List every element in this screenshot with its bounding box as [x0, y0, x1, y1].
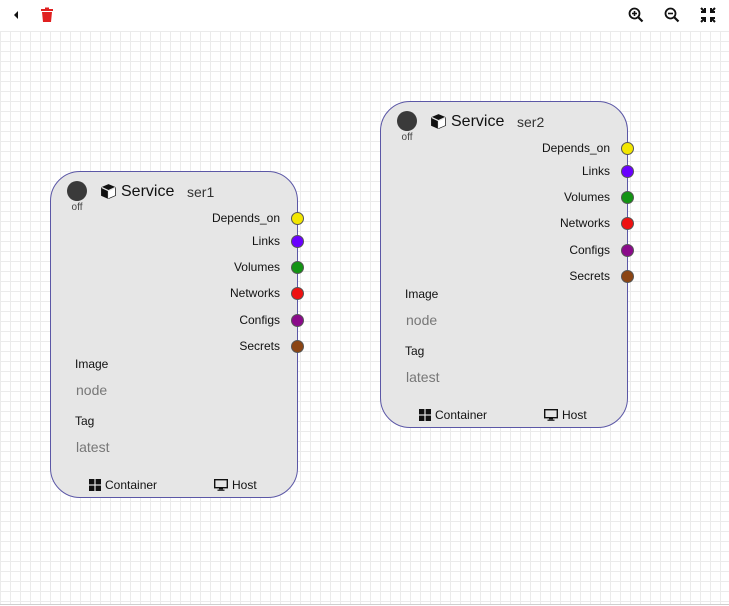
port-handle[interactable]: [291, 287, 304, 300]
grid-icon: [419, 409, 431, 421]
power-toggle[interactable]: [67, 181, 87, 201]
port-configs: Configs: [381, 242, 634, 258]
node-header: off Service ser2: [381, 102, 627, 143]
port-label: Links: [581, 164, 610, 178]
port-handle[interactable]: [291, 212, 304, 225]
zoom-in-button[interactable]: [620, 0, 652, 30]
port-label: Depends_on: [541, 141, 610, 155]
back-button[interactable]: [0, 0, 32, 30]
port-label: Volumes: [563, 190, 610, 204]
power-toggle[interactable]: [397, 111, 417, 131]
port-handle[interactable]: [291, 340, 304, 353]
port-handle[interactable]: [621, 142, 634, 155]
host-label: Host: [562, 408, 587, 422]
graph-canvas[interactable]: off Service ser1 Depends_on Links Volume…: [0, 31, 729, 605]
toolbar: [0, 0, 729, 31]
port-configs: Configs: [51, 312, 304, 328]
port-networks: Networks: [381, 215, 634, 231]
cube-icon: [101, 184, 116, 199]
fit-view-button[interactable]: [692, 0, 724, 30]
port-label: Networks: [229, 286, 280, 300]
port-secrets: Secrets: [381, 268, 634, 284]
host-tab[interactable]: Host: [544, 408, 587, 422]
port-label: Secrets: [569, 269, 610, 283]
host-label: Host: [232, 478, 257, 492]
port-secrets: Secrets: [51, 338, 304, 354]
cube-icon: [431, 114, 446, 129]
zoom-in-icon: [628, 7, 644, 23]
port-links: Links: [381, 163, 634, 179]
port-label: Links: [251, 234, 280, 248]
image-label: Image: [75, 357, 109, 371]
service-node-ser2[interactable]: off Service ser2 Depends_on Links Volume…: [380, 101, 634, 428]
service-node-ser1[interactable]: off Service ser1 Depends_on Links Volume…: [50, 171, 304, 498]
port-handle[interactable]: [621, 217, 634, 230]
container-label: Container: [105, 478, 158, 492]
monitor-icon: [544, 409, 558, 421]
tag-label: Tag: [405, 344, 425, 358]
tag-input[interactable]: [75, 436, 256, 458]
port-volumes: Volumes: [381, 189, 634, 205]
zoom-out-icon: [664, 7, 680, 23]
monitor-icon: [214, 479, 228, 491]
port-label: Secrets: [239, 339, 280, 353]
port-label: Networks: [559, 216, 610, 230]
port-label: Configs: [239, 313, 280, 327]
port-links: Links: [51, 233, 304, 249]
port-volumes: Volumes: [51, 259, 304, 275]
port-handle[interactable]: [291, 261, 304, 274]
image-input[interactable]: [75, 379, 256, 401]
port-handle[interactable]: [621, 244, 634, 257]
container-tab[interactable]: Container: [419, 408, 487, 422]
port-label: Depends_on: [211, 211, 280, 225]
container-tab[interactable]: Container: [89, 478, 157, 492]
port-handle[interactable]: [621, 191, 634, 204]
delete-button[interactable]: [31, 0, 63, 30]
port-handle[interactable]: [291, 235, 304, 248]
port-label: Volumes: [233, 260, 280, 274]
zoom-out-button[interactable]: [656, 0, 688, 30]
service-name[interactable]: ser2: [517, 114, 544, 130]
port-networks: Networks: [51, 285, 304, 301]
caret-left-icon: [14, 11, 18, 19]
service-type-label: Service: [121, 183, 175, 200]
trash-icon: [41, 7, 53, 22]
port-handle[interactable]: [291, 314, 304, 327]
port-handle[interactable]: [621, 270, 634, 283]
grid-icon: [89, 479, 101, 491]
image-label: Image: [405, 287, 439, 301]
service-type-label: Service: [451, 113, 505, 130]
tag-label: Tag: [75, 414, 95, 428]
container-label: Container: [435, 408, 488, 422]
compress-icon: [700, 7, 716, 23]
port-handle[interactable]: [621, 165, 634, 178]
host-tab[interactable]: Host: [214, 478, 257, 492]
node-header: off Service ser1: [51, 172, 297, 213]
image-input[interactable]: [405, 309, 586, 331]
port-depends-on: Depends_on: [51, 210, 304, 226]
tag-input[interactable]: [405, 366, 586, 388]
port-depends-on: Depends_on: [381, 140, 634, 156]
port-label: Configs: [569, 243, 610, 257]
service-name[interactable]: ser1: [187, 184, 214, 200]
